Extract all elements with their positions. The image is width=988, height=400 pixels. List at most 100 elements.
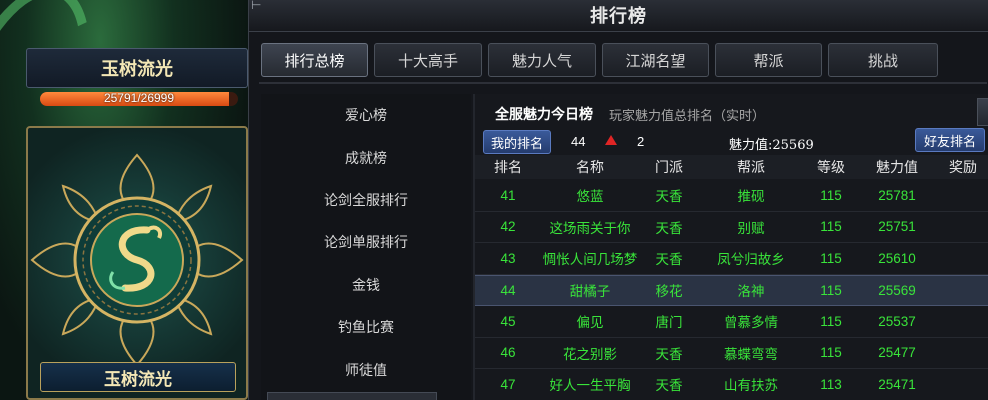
category-fishing[interactable]: 钓鱼比赛 xyxy=(261,306,471,348)
cell-guild: 洛神 xyxy=(737,284,765,300)
category-duel-all[interactable]: 论剑全服排行 xyxy=(261,179,471,221)
tab-label: 十大高手 xyxy=(397,52,458,70)
table-row[interactable]: 43 惆怅人间几场梦 天香 凤兮归故乡 115 25610 xyxy=(475,243,988,275)
cell-level: 115 xyxy=(820,250,842,266)
rank-change-value: 2 xyxy=(637,134,645,149)
header-reward[interactable]: 奖励 xyxy=(935,155,988,179)
rank-up-icon xyxy=(605,135,617,145)
my-rank-value: 44 xyxy=(571,134,586,149)
rank-panel: 全服魅力今日榜 玩家魅力值总排名（实时） 我的排名 44 2 魅力值:25569… xyxy=(473,94,988,400)
cell-guild: 别赋 xyxy=(737,220,765,236)
cell-charm: 25781 xyxy=(878,187,916,203)
header-name[interactable]: 名称 xyxy=(541,155,639,179)
emblem-name: 玉树流光 xyxy=(104,369,172,390)
table-row[interactable]: 47 好人一生平胸 天香 山有扶苏 113 25471 xyxy=(475,369,988,400)
emblem-name-plate: 玉树流光 xyxy=(40,362,236,392)
cell-rank: 45 xyxy=(500,313,516,329)
leaderboard-window: ⊢ 排行榜 排行总榜 十大高手 魅力人气 江湖名望 帮派 挑战 爱心榜 成就榜 … xyxy=(248,0,988,400)
cell-name: 这场雨关于你 xyxy=(549,220,631,236)
cell-guild: 曾慕多情 xyxy=(724,315,778,331)
cell-level: 113 xyxy=(820,376,842,392)
tab-top-ten[interactable]: 十大高手 xyxy=(374,43,482,77)
tab-label: 魅力人气 xyxy=(511,52,572,70)
my-charm-value: 魅力值:25569 xyxy=(729,138,814,153)
cell-level: 115 xyxy=(820,313,842,329)
cell-charm: 25471 xyxy=(878,376,916,392)
character-name: 玉树流光 xyxy=(101,59,173,80)
friend-rank-button[interactable]: 好友排名 xyxy=(915,128,985,152)
cell-charm: 25569 xyxy=(878,282,916,298)
panel-edge-button[interactable] xyxy=(977,98,988,126)
cell-name: 花之别影 xyxy=(563,346,617,362)
cell-guild: 山有扶苏 xyxy=(724,378,778,394)
cell-rank: 46 xyxy=(500,345,516,361)
emblem-icon xyxy=(30,153,244,367)
header-guild[interactable]: 帮派 xyxy=(699,155,803,179)
tab-label: 排行总榜 xyxy=(284,52,345,70)
cell-guild: 推砚 xyxy=(737,189,765,205)
cell-sect: 天香 xyxy=(655,252,683,268)
hp-text: 25791/26999 xyxy=(103,91,175,105)
tab-challenge[interactable]: 挑战 xyxy=(828,43,938,77)
table-body: 41 悠蓝 天香 推砚 115 25781 42 这场雨关于你 天香 别赋 115 25751 43 惆怅… xyxy=(475,180,988,400)
tab-reputation[interactable]: 江湖名望 xyxy=(602,43,709,77)
table-row[interactable]: 46 花之别影 天香 慕蝶弯弯 115 25477 xyxy=(475,338,988,369)
cell-level: 115 xyxy=(820,187,842,203)
board-title: 全服魅力今日榜 xyxy=(495,107,593,123)
cell-sect: 天香 xyxy=(655,378,683,394)
cell-name: 悠蓝 xyxy=(576,189,604,205)
category-money[interactable]: 金钱 xyxy=(261,264,471,306)
cell-charm: 25537 xyxy=(878,313,916,329)
tab-divider xyxy=(259,82,987,84)
cell-name: 偏见 xyxy=(576,315,604,331)
cell-name: 惆怅人间几场梦 xyxy=(542,252,638,268)
tab-row: 排行总榜 十大高手 魅力人气 江湖名望 帮派 挑战 xyxy=(261,43,944,79)
tab-label: 帮派 xyxy=(753,52,784,70)
category-mentor[interactable]: 师徒值 xyxy=(261,348,471,390)
emblem-card[interactable]: 玉树流光 xyxy=(26,126,248,400)
my-rank-button[interactable]: 我的排名 xyxy=(483,130,551,154)
cell-guild: 凤兮归故乡 xyxy=(717,252,785,268)
cell-rank: 44 xyxy=(500,282,516,298)
cell-level: 115 xyxy=(820,282,842,298)
cell-charm: 25751 xyxy=(878,219,916,235)
cell-sect: 天香 xyxy=(655,189,683,205)
category-love[interactable]: 爱心榜 xyxy=(261,94,471,136)
cell-rank: 42 xyxy=(500,219,516,235)
cell-name: 甜橘子 xyxy=(569,284,611,300)
category-next-item[interactable] xyxy=(267,392,437,400)
cell-name: 好人一生平胸 xyxy=(549,378,631,394)
tab-charm[interactable]: 魅力人气 xyxy=(488,43,596,77)
category-duel-single[interactable]: 论剑单服排行 xyxy=(261,221,471,263)
window-title: 排行榜 xyxy=(590,6,647,26)
table-header: 排名 名称 门派 帮派 等级 魅力值 奖励 xyxy=(475,155,988,179)
cell-level: 115 xyxy=(820,219,842,235)
category-achievement[interactable]: 成就榜 xyxy=(261,136,471,178)
cell-sect: 移花 xyxy=(655,284,683,300)
table-row[interactable]: 44 甜橘子 移花 洛神 115 25569 xyxy=(475,274,988,306)
tab-guild[interactable]: 帮派 xyxy=(715,43,822,77)
table-row[interactable]: 45 偏见 唐门 曾慕多情 115 25537 xyxy=(475,306,988,338)
cell-sect: 天香 xyxy=(655,220,683,236)
tab-label: 江湖名望 xyxy=(625,52,686,70)
table-row[interactable]: 42 这场雨关于你 天香 别赋 115 25751 xyxy=(475,212,988,243)
header-level[interactable]: 等级 xyxy=(803,155,859,179)
cell-rank: 43 xyxy=(500,250,516,266)
category-list: 爱心榜 成就榜 论剑全服排行 论剑单服排行 金钱 钓鱼比赛 师徒值 xyxy=(261,94,471,400)
cell-sect: 唐门 xyxy=(655,315,683,331)
cell-rank: 41 xyxy=(500,187,516,203)
header-sect[interactable]: 门派 xyxy=(639,155,699,179)
cell-charm: 25477 xyxy=(878,345,916,361)
header-charm[interactable]: 魅力值 xyxy=(859,155,935,179)
cell-guild: 慕蝶弯弯 xyxy=(724,346,778,362)
board-subtitle: 玩家魅力值总排名（实时） xyxy=(609,109,766,124)
title-bar[interactable]: ⊢ 排行榜 xyxy=(249,0,988,32)
cell-level: 115 xyxy=(820,345,842,361)
cell-rank: 47 xyxy=(500,376,516,392)
tab-overall[interactable]: 排行总榜 xyxy=(261,43,368,77)
table-row[interactable]: 41 悠蓝 天香 推砚 115 25781 xyxy=(475,180,988,212)
header-rank[interactable]: 排名 xyxy=(475,155,541,179)
cell-sect: 天香 xyxy=(655,346,683,362)
character-panel: 玉树流光 25791/26999 玉树流光 xyxy=(0,0,250,400)
cell-charm: 25610 xyxy=(878,250,916,266)
